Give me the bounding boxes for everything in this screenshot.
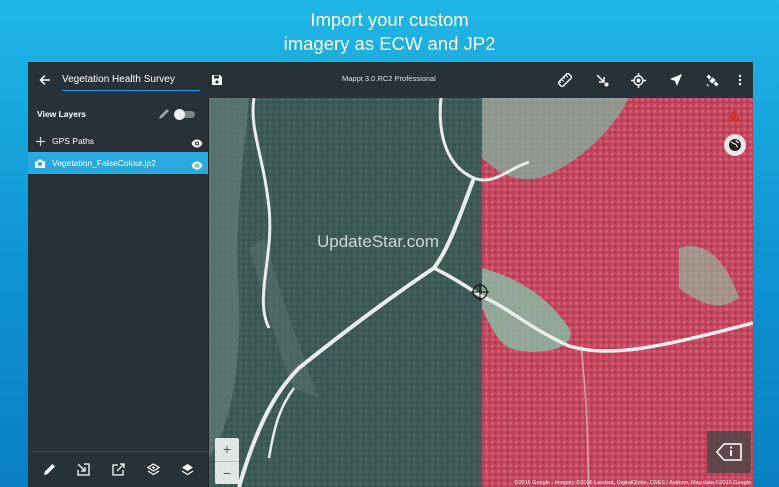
- arrow-back-icon[interactable]: [28, 62, 62, 98]
- add-point-icon[interactable]: [583, 62, 620, 98]
- map-attribution: ©2016 Google · Imagery ©2016 Landsat, Di…: [514, 480, 751, 486]
- promo-heading: Import your custom imagery as ECW and JP…: [0, 8, 779, 56]
- compass-icon[interactable]: [727, 108, 741, 127]
- project-title: Vegetation Health Survey: [62, 74, 175, 85]
- zoom-controls: + −: [215, 438, 239, 484]
- map-view[interactable]: UpdateStar.com + − ©2016 Google · Imager…: [209, 98, 753, 487]
- layer-label: Vegetation_FalseColour.jp2: [52, 158, 156, 168]
- layers-panel: View Layers GPS Paths Vegetation_FalseCo…: [28, 98, 209, 487]
- app-window: Vegetation Health Survey Mappt 3.0.RC2 P…: [28, 62, 753, 487]
- satellite-icon[interactable]: [694, 62, 731, 98]
- info-tag-icon: [716, 443, 742, 461]
- zoom-out-button[interactable]: −: [215, 462, 239, 485]
- ruler-icon[interactable]: [546, 62, 583, 98]
- toolbar-actions: [546, 62, 749, 98]
- pencil-icon[interactable]: [158, 107, 170, 125]
- save-icon[interactable]: [202, 62, 232, 98]
- eye-icon[interactable]: [191, 135, 203, 153]
- export-icon[interactable]: [104, 456, 132, 484]
- navigation-arrow-icon[interactable]: [657, 62, 694, 98]
- promo-line-2: imagery as ECW and JP2: [283, 33, 496, 54]
- eye-icon[interactable]: [191, 157, 203, 175]
- toolbar: Vegetation Health Survey Mappt 3.0.RC2 P…: [28, 62, 753, 98]
- project-title-field[interactable]: Vegetation Health Survey: [62, 69, 200, 91]
- crosshair-icon: [471, 283, 489, 306]
- layer-tools-bar: [28, 451, 209, 487]
- gps-target-icon[interactable]: [620, 62, 657, 98]
- promo-line-1: Import your custom: [310, 9, 469, 30]
- layers-settings-icon[interactable]: [174, 456, 202, 484]
- app-name: Mappt 3.0.RC2 Professional: [342, 74, 436, 83]
- camera-icon: [28, 159, 52, 168]
- edit-mode-toggle[interactable]: [174, 109, 196, 120]
- watermark-text: UpdateStar.com: [317, 232, 439, 251]
- globe-icon[interactable]: [724, 134, 746, 156]
- layers-panel-title: View Layers: [37, 109, 86, 119]
- more-vert-icon[interactable]: [731, 62, 749, 98]
- import-icon[interactable]: [70, 456, 98, 484]
- edit-icon[interactable]: [35, 456, 63, 484]
- zoom-in-button[interactable]: +: [215, 438, 239, 461]
- layers-panel-header: View Layers: [28, 98, 208, 130]
- layer-row-vegetation[interactable]: Vegetation_FalseColour.jp2: [28, 152, 208, 174]
- plus-icon[interactable]: [28, 136, 52, 146]
- layer-label: GPS Paths: [52, 136, 95, 146]
- layers-add-icon[interactable]: [139, 456, 167, 484]
- info-button[interactable]: [707, 431, 751, 473]
- layer-row-gps-paths[interactable]: GPS Paths: [28, 130, 208, 152]
